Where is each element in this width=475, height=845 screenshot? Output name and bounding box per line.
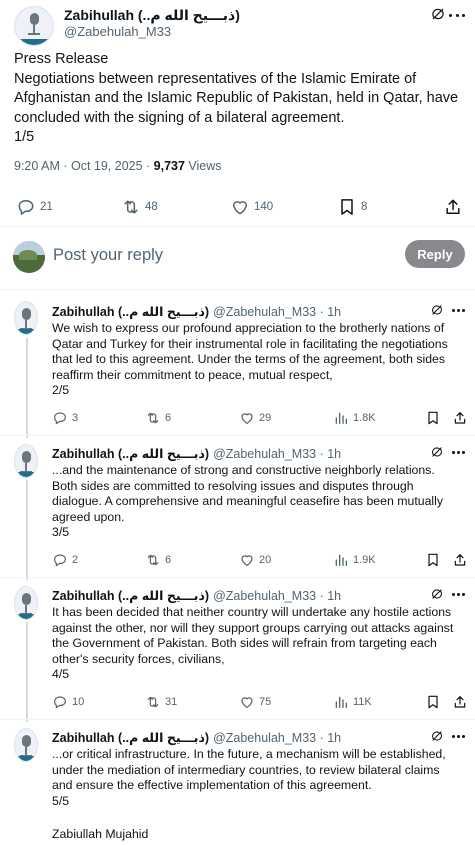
like-icon — [239, 694, 255, 710]
views-icon — [333, 552, 349, 568]
share-icon — [452, 694, 468, 710]
bookmark-button[interactable] — [425, 694, 441, 710]
repost-count: 6 — [165, 554, 172, 566]
share-button[interactable] — [452, 694, 468, 710]
views-button[interactable]: 11K — [333, 694, 372, 710]
handle-time: @Zabehulah_M33 · 1h — [213, 589, 342, 603]
signature: Zabiullah Mujahid — [52, 827, 149, 841]
author-name: Zabihullah (..ذبـــیح الله م) — [52, 589, 210, 603]
grok-icon[interactable] — [430, 729, 444, 743]
reply-text: We wish to express our profound apprecia… — [52, 321, 462, 399]
reply-author[interactable]: Zabihullah (..ذبـــیح الله م) @Zabehulah_… — [52, 446, 341, 461]
handle-time: @Zabehulah_M33 · 1h — [213, 731, 342, 745]
like-icon — [239, 410, 255, 426]
more-icon[interactable] — [452, 303, 465, 317]
bookmark-icon — [425, 552, 441, 568]
thread-part: 4/5 — [52, 667, 70, 681]
views-icon — [333, 694, 349, 710]
author-avatar[interactable] — [14, 444, 38, 478]
handle-time: @Zabehulah_M33 · 1h — [213, 305, 342, 319]
author-name: Zabihullah (..ذبـــیح الله م) — [52, 731, 210, 745]
share-icon — [452, 552, 468, 568]
bookmark-icon — [425, 694, 441, 710]
like-icon — [239, 552, 255, 568]
author-avatar[interactable] — [14, 301, 38, 335]
like-button[interactable]: 75 — [239, 694, 271, 710]
handle-time: @Zabehulah_M33 · 1h — [213, 447, 342, 461]
like-button[interactable]: 29 — [239, 410, 271, 426]
reply-count: 10 — [72, 696, 85, 708]
repost-icon — [145, 410, 161, 426]
views-count: 1.9K — [353, 554, 376, 566]
reply-body: It has been decided that neither country… — [52, 605, 454, 666]
reply-text: It has been decided that neither country… — [52, 605, 462, 683]
reply-count: 3 — [72, 412, 79, 424]
repost-count: 6 — [165, 412, 172, 424]
repost-count: 31 — [165, 696, 178, 708]
like-count: 29 — [259, 412, 272, 424]
reply-icon — [52, 552, 68, 568]
reply-author[interactable]: Zabihullah (..ذبـــیح الله م) @Zabehulah_… — [52, 588, 341, 603]
repost-button[interactable]: 6 — [145, 410, 171, 426]
author-avatar[interactable] — [14, 586, 38, 620]
views-count: 11K — [353, 696, 372, 708]
reply-count: 2 — [72, 554, 79, 566]
like-count: 75 — [259, 696, 272, 708]
bookmark-button[interactable] — [425, 410, 441, 426]
thread-part: 5/5 — [52, 793, 70, 808]
grok-icon[interactable] — [430, 587, 444, 601]
repost-icon — [145, 694, 161, 710]
reply-button[interactable]: 3 — [52, 410, 78, 426]
thread-part: 2/5 — [52, 383, 70, 397]
more-icon[interactable] — [452, 729, 465, 743]
reply-text: ...or critical infrastructure. In the fu… — [52, 747, 462, 809]
more-icon[interactable] — [452, 587, 465, 601]
share-button[interactable] — [452, 552, 468, 568]
repost-button[interactable]: 31 — [145, 694, 177, 710]
divider — [0, 719, 475, 720]
thread-part: 3/5 — [52, 525, 70, 539]
like-button[interactable]: 20 — [239, 552, 271, 568]
reply-button[interactable]: 2 — [52, 552, 78, 568]
views-icon — [333, 410, 349, 426]
reply-author[interactable]: Zabihullah (..ذبـــیح الله م) @Zabehulah_… — [52, 304, 341, 319]
divider — [0, 435, 475, 436]
views-button[interactable]: 1.8K — [333, 410, 376, 426]
author-name: Zabihullah (..ذبـــیح الله م) — [52, 305, 210, 319]
like-count: 20 — [259, 554, 272, 566]
microphone-icon — [20, 308, 32, 330]
microphone-icon — [20, 735, 32, 757]
author-name: Zabihullah (..ذبـــیح الله م) — [52, 447, 210, 461]
repost-icon — [145, 552, 161, 568]
reply-actions: 3 6 29 1.8K — [0, 410, 475, 428]
reply-actions: 2 6 20 1.9K — [0, 552, 475, 570]
bookmark-icon — [425, 410, 441, 426]
share-icon — [452, 410, 468, 426]
share-button[interactable] — [452, 410, 468, 426]
reply-icon — [52, 410, 68, 426]
microphone-icon — [20, 593, 32, 615]
reply-button[interactable]: 10 — [52, 694, 84, 710]
more-icon[interactable] — [452, 445, 465, 459]
grok-icon[interactable] — [430, 445, 444, 459]
reply-body: ...and the maintenance of strong and con… — [52, 463, 444, 524]
reply-text: ...and the maintenance of strong and con… — [52, 463, 462, 541]
bookmark-button[interactable] — [425, 552, 441, 568]
repost-button[interactable]: 6 — [145, 552, 171, 568]
reply-body: We wish to express our profound apprecia… — [52, 321, 448, 382]
reply-body: ...or critical infrastructure. In the fu… — [52, 747, 446, 792]
thread: Zabihullah (..ذبـــیح الله م) @Zabehulah_… — [0, 0, 475, 845]
reply-icon — [52, 694, 68, 710]
views-count: 1.8K — [353, 412, 376, 424]
divider — [0, 577, 475, 578]
grok-icon[interactable] — [430, 303, 444, 317]
views-button[interactable]: 1.9K — [333, 552, 376, 568]
microphone-icon — [20, 451, 32, 473]
author-avatar[interactable] — [14, 728, 38, 762]
reply-actions: 10 31 75 11K — [0, 694, 475, 712]
reply-author[interactable]: Zabihullah (..ذبـــیح الله م) @Zabehulah_… — [52, 730, 341, 745]
